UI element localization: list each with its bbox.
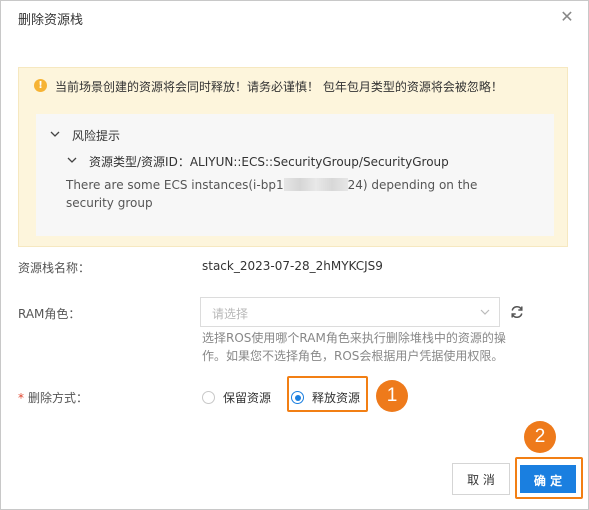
warning-banner: ! 当前场景创建的资源将会同时释放！请务必谨慎！ 包年包月类型的资源将会被忽略！… [18,67,568,247]
required-marker: * [18,391,24,405]
highlight-box [287,376,368,412]
step-badge-1: 1 [376,380,408,412]
redaction-mask [283,178,348,191]
radio-keep-resources[interactable]: 保留资源 [202,389,271,406]
warning-text: 当前场景创建的资源将会同时释放！请务必谨慎！ 包年包月类型的资源将会被忽略！ [55,80,503,94]
confirm-button[interactable]: 确 定 [518,463,578,495]
stack-name-value: stack_2023-07-28_2hMYKCJS9 [202,259,383,273]
delete-method-label-text: 删除方式： [28,391,89,405]
dialog-title: 删除资源栈 [18,13,84,28]
chevron-down-icon[interactable] [50,129,60,139]
risk-title: 风险提示 [72,129,121,143]
refresh-icon[interactable] [509,304,525,320]
chevron-down-icon[interactable] [67,155,77,165]
chevron-down-icon [479,306,491,321]
risk-resource-line: 资源类型/资源ID：ALIYUN::ECS::SecurityGroup/Sec… [89,155,449,169]
step-badge-2: 2 [524,421,556,453]
warning-icon: ! [34,79,47,92]
risk-panel: 风险提示 资源类型/资源ID：ALIYUN::ECS::SecurityGrou… [36,114,554,236]
risk-description: There are some ECS instances(i-bp1 24) de… [66,176,522,212]
close-icon[interactable]: ✕ [557,7,577,27]
risk-description-start: There are some ECS instances(i-bp1 [66,178,284,192]
ram-role-help-text: 选择ROS使用哪个RAM角色来执行删除堆栈中的资源的操作。如果您不选择角色，RO… [202,331,506,363]
stack-name-label: 资源栈名称： [18,261,91,275]
ram-role-label: RAM角色： [18,307,81,321]
cancel-button[interactable]: 取 消 [452,463,510,495]
ram-role-placeholder: 请选择 [212,307,249,321]
ram-role-select[interactable]: 请选择 [200,297,500,327]
delete-stack-dialog: 删除资源栈 ✕ ! 当前场景创建的资源将会同时释放！请务必谨慎！ 包年包月类型的… [0,0,589,510]
delete-method-label: * 删除方式： [18,389,88,406]
radio-label: 保留资源 [223,391,272,405]
radio-button[interactable] [202,391,215,404]
